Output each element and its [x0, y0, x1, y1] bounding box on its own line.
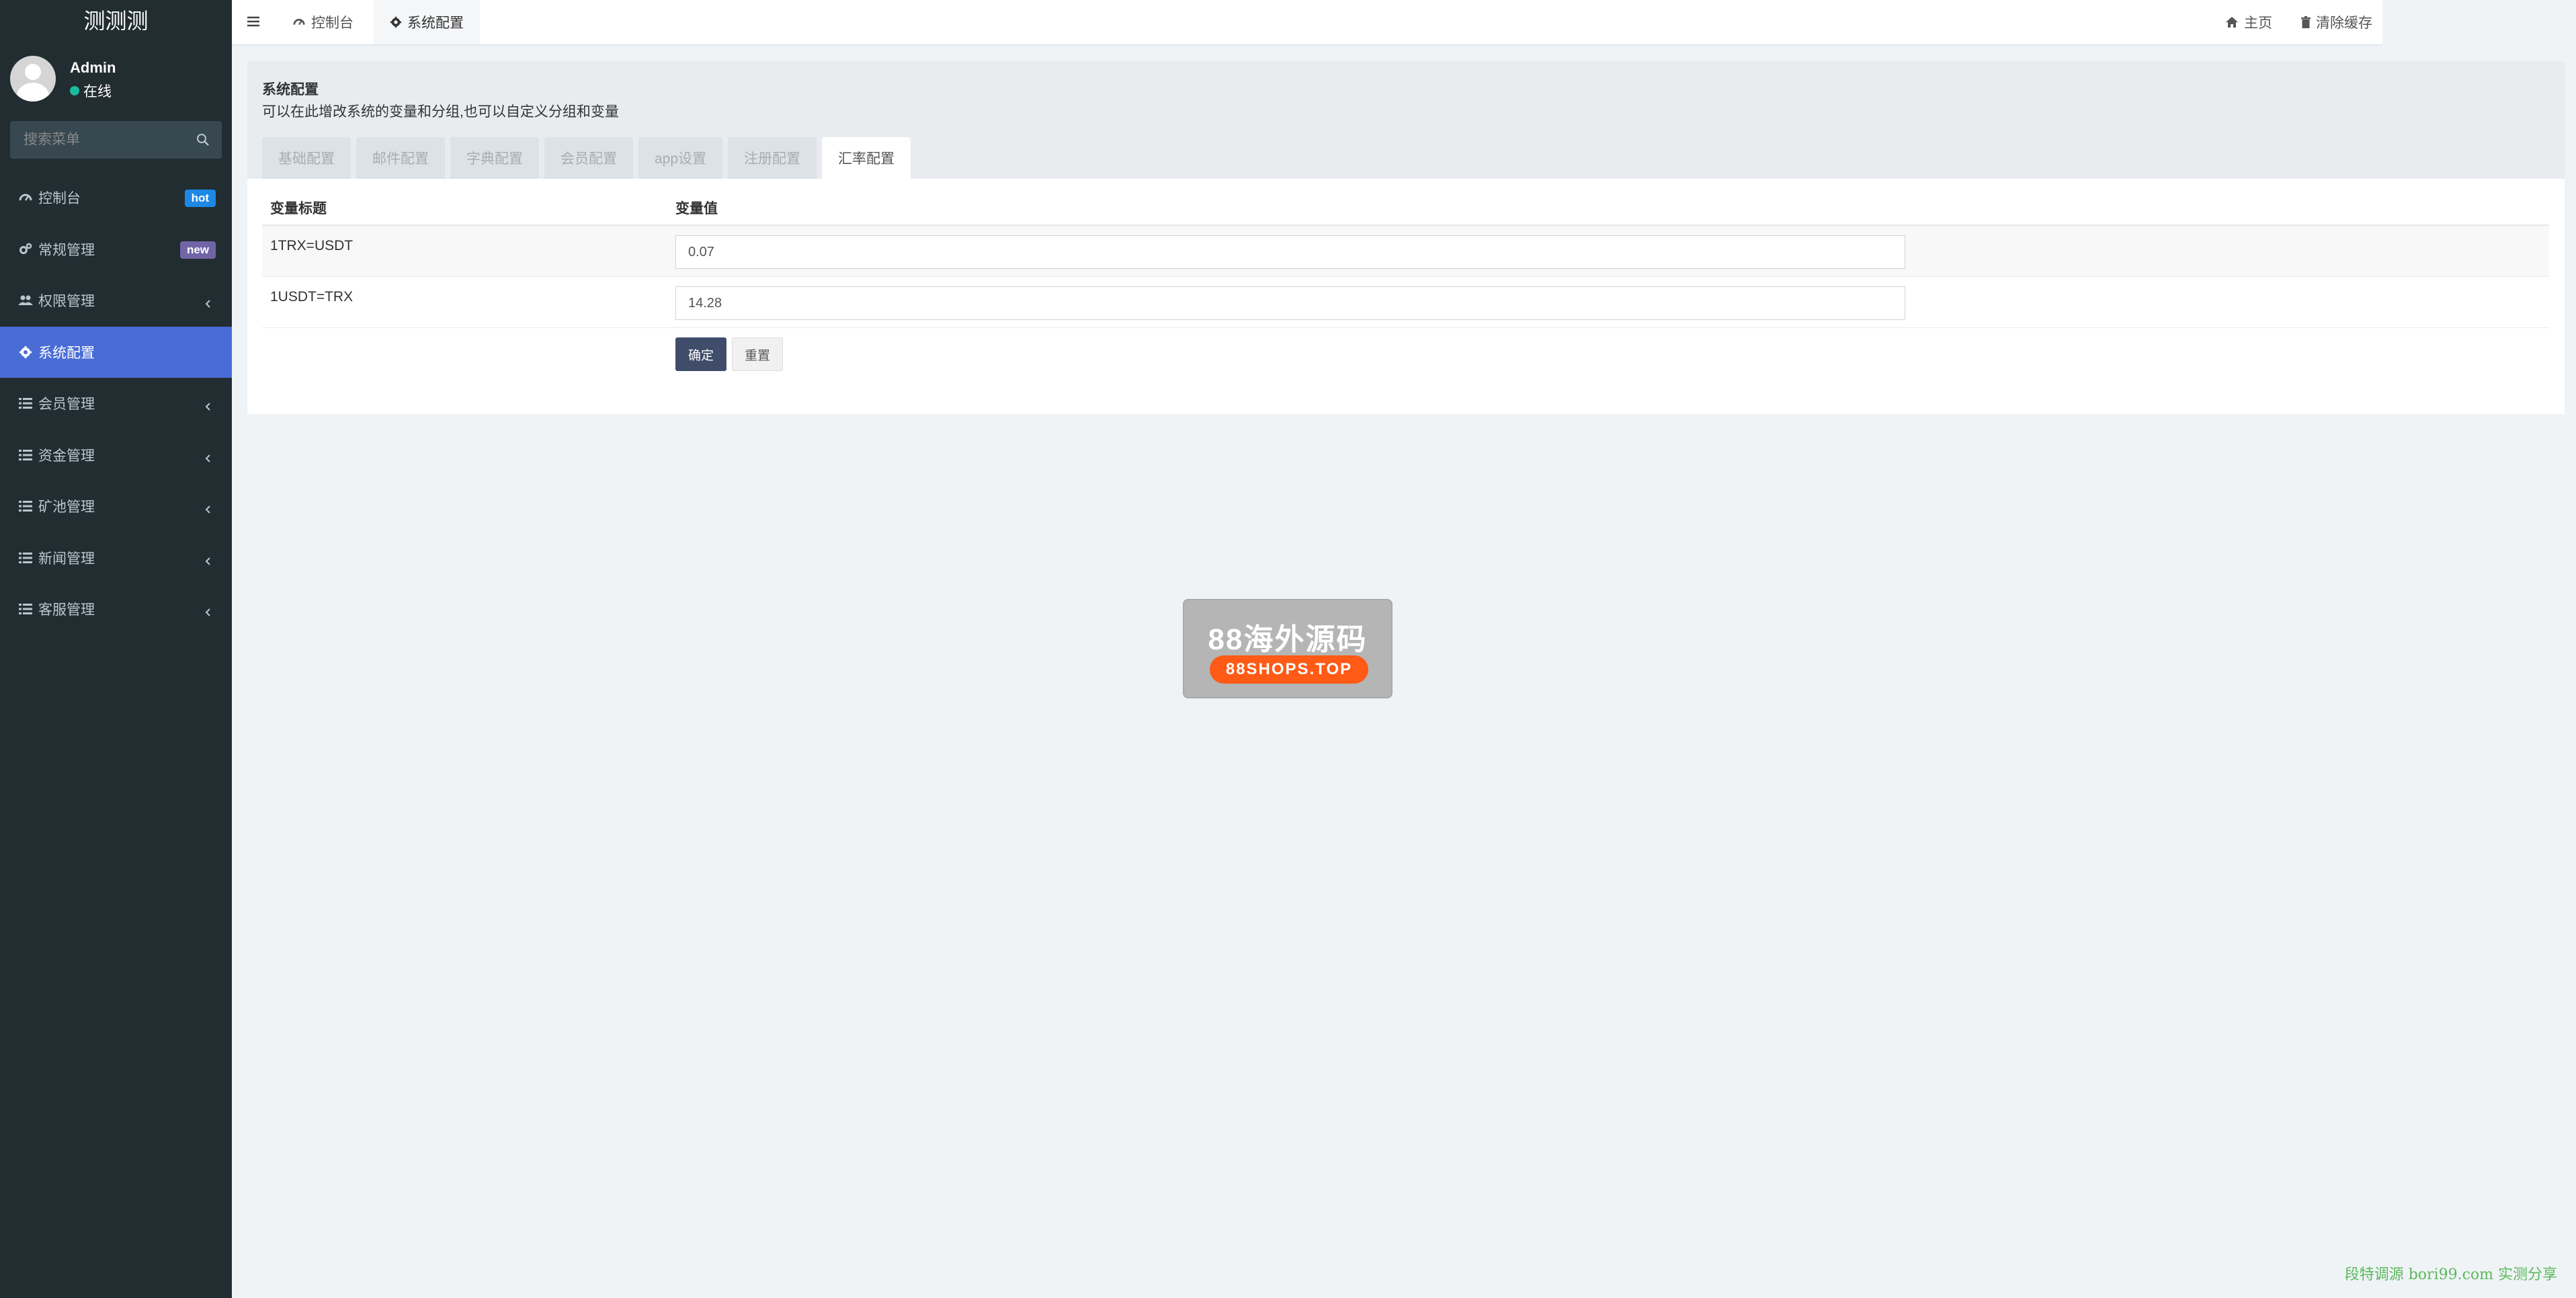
sidebar-search	[10, 121, 222, 159]
config-panel: 变量标题 变量值 1TRX=USDT 1USDT=TRX 确定 重置	[247, 179, 2565, 414]
page-title: 系统配置	[262, 82, 319, 97]
sidebar-item-label: 客服管理	[38, 602, 95, 618]
sidebar-item-pools[interactable]: 矿池管理	[0, 481, 232, 532]
hot-badge: hot	[184, 190, 216, 207]
list-icon	[18, 396, 33, 411]
clear-cache-button[interactable]: 清除缓存	[2301, 0, 2372, 44]
home-label: 主页	[2244, 15, 2272, 31]
user-panel: Admin 在线	[0, 44, 232, 112]
sidebar-item-funds[interactable]: 资金管理	[0, 430, 232, 481]
dashboard-icon	[293, 19, 305, 26]
gear-icon	[18, 345, 33, 360]
tab-exchange-rate[interactable]: 汇率配置	[822, 137, 911, 179]
sidebar-item-label: 新闻管理	[38, 551, 95, 567]
cogs-icon	[18, 242, 33, 257]
config-tabs: 基础配置 邮件配置 字典配置 会员配置 app设置 注册配置 汇率配置	[262, 137, 911, 179]
gear-icon	[390, 16, 402, 28]
sidebar: 测测测 Admin 在线 控制台 hot 常规管理 new 权限管理 系	[0, 0, 232, 1298]
tab-system-config[interactable]: 系统配置	[374, 0, 480, 44]
trash-icon	[2301, 16, 2311, 28]
home-icon	[2226, 17, 2238, 28]
sidebar-item-label: 控制台	[38, 191, 81, 207]
table-row: 1TRX=USDT	[262, 226, 2549, 277]
row-title: 1USDT=TRX	[270, 289, 354, 305]
page-description: 可以在此增改系统的变量和分组,也可以自定义分组和变量	[262, 104, 619, 120]
sidebar-item-news[interactable]: 新闻管理	[0, 532, 232, 584]
home-link[interactable]: 主页	[2225, 0, 2272, 44]
sidebar-item-permissions[interactable]: 权限管理	[0, 275, 232, 327]
chevron-left-icon	[205, 403, 210, 411]
avatar	[10, 56, 56, 102]
tab-label: 控制台	[311, 15, 354, 31]
list-icon	[18, 499, 33, 514]
footer-watermark: 段特调源 bori99.com 实测分享	[2344, 1266, 2557, 1283]
sidebar-item-general[interactable]: 常规管理 new	[0, 224, 232, 276]
confirm-button[interactable]: 确定	[675, 337, 727, 371]
chevron-left-icon	[205, 608, 210, 616]
tab-app[interactable]: app设置	[638, 137, 723, 179]
watermark-title: 88海外源码	[1208, 623, 1368, 656]
row-title: 1TRX=USDT	[270, 238, 354, 253]
chevron-left-icon	[205, 300, 210, 308]
sidebar-item-label: 矿池管理	[38, 499, 95, 516]
chevron-left-icon	[205, 557, 210, 565]
tab-label: 系统配置	[407, 15, 464, 31]
sidebar-item-dashboard[interactable]: 控制台 hot	[0, 172, 232, 224]
chevron-left-icon	[205, 505, 210, 514]
sidebar-item-system-config[interactable]: 系统配置	[0, 326, 232, 378]
list-icon	[18, 551, 33, 565]
sidebar-item-support[interactable]: 客服管理	[0, 583, 232, 635]
reset-button[interactable]: 重置	[732, 337, 784, 371]
config-table: 变量标题 变量值 1TRX=USDT 1USDT=TRX 确定 重置	[262, 191, 2549, 379]
sidebar-item-label: 资金管理	[38, 448, 95, 464]
topbar: 控制台 系统配置 主页 清除缓存	[232, 0, 2382, 46]
hamburger-menu-icon[interactable]	[245, 13, 261, 30]
trx-usdt-input[interactable]	[675, 235, 1905, 269]
sidebar-item-members[interactable]: 会员管理	[0, 378, 232, 430]
clear-cache-label: 清除缓存	[2316, 15, 2372, 31]
list-icon	[18, 602, 33, 616]
sidebar-item-label: 系统配置	[38, 345, 95, 361]
user-status: 在线	[70, 81, 112, 101]
tab-dictionary[interactable]: 字典配置	[450, 137, 539, 179]
tab-register[interactable]: 注册配置	[728, 137, 817, 179]
table-row: 1USDT=TRX	[262, 277, 2549, 328]
watermark-subtitle: 88SHOPS.TOP	[1210, 655, 1368, 684]
content-header: 系统配置 可以在此增改系统的变量和分组,也可以自定义分组和变量 基础配置 邮件配…	[247, 61, 2565, 179]
new-badge: new	[179, 241, 216, 259]
dashboard-icon	[18, 190, 33, 205]
button-row: 确定 重置	[262, 328, 2549, 379]
search-icon[interactable]	[196, 133, 210, 147]
user-name: Admin	[70, 59, 116, 76]
sidebar-item-label: 常规管理	[38, 242, 95, 258]
sidebar-item-label: 会员管理	[38, 397, 95, 413]
menu-search-input[interactable]	[10, 121, 192, 159]
chevron-left-icon	[205, 454, 210, 462]
user-status-label: 在线	[83, 84, 112, 99]
watermark-logo: 88海外源码 88SHOPS.TOP	[1183, 599, 1393, 698]
brand-logo[interactable]: 测测测	[0, 0, 232, 44]
online-dot-icon	[70, 86, 79, 95]
header-title: 变量标题	[270, 201, 327, 216]
users-icon	[18, 293, 33, 308]
sidebar-item-label: 权限管理	[38, 294, 95, 310]
usdt-trx-input[interactable]	[675, 286, 1905, 320]
tab-dashboard[interactable]: 控制台	[276, 0, 370, 44]
list-icon	[18, 448, 33, 462]
header-value: 变量值	[675, 201, 718, 216]
tab-email[interactable]: 邮件配置	[356, 137, 445, 179]
sidebar-menu: 控制台 hot 常规管理 new 权限管理 系统配置 会员管理 资金管理 矿池管…	[0, 172, 232, 635]
tab-member[interactable]: 会员配置	[544, 137, 633, 179]
tab-basic[interactable]: 基础配置	[262, 137, 351, 179]
table-header: 变量标题 变量值	[262, 191, 2549, 226]
